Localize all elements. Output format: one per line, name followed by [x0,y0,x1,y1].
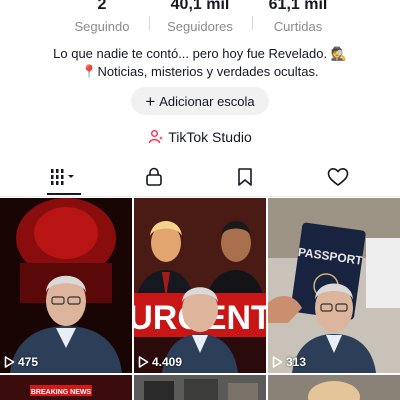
video-thumbnail-image [268,375,400,400]
view-count: 4.409 [138,355,182,369]
following-count: 2 [97,0,107,13]
video-thumbnail[interactable] [268,375,400,400]
add-school-button[interactable]: + Adicionar escola [131,87,269,115]
profile-tabs [0,158,400,197]
active-tab-indicator [47,193,81,195]
tiktok-studio-label: TikTok Studio [168,129,252,145]
tab-liked[interactable] [288,158,388,196]
view-count-value: 475 [18,355,39,369]
tab-favorites[interactable] [195,158,295,196]
likes-label: Curtidas [273,19,323,34]
likes-count: 61,1 mil [268,0,328,13]
profile-stats: 2 Seguindo 40,1 mil Seguidores 61,1 mil … [0,0,400,40]
lock-icon [146,167,162,186]
video-thumbnail-image [0,198,132,373]
view-count: 475 [4,355,38,369]
view-count: 313 [272,355,306,369]
person-sparkle-icon [149,130,164,144]
add-school-label: Adicionar escola [159,93,255,109]
video-thumbnail-image: BREAKING NEWS [0,375,132,400]
plus-icon: + [145,91,156,111]
bio-line-1: Lo que nadie te contó... pero hoy fue Re… [53,46,347,61]
play-icon [4,356,15,368]
bookmark-icon [238,168,252,186]
tab-videos[interactable] [14,158,114,196]
video-thumbnail-image [134,375,266,400]
bio-line-2: 📍Noticias, misterios y verdades ocultas. [81,64,319,79]
heart-icon [327,168,349,186]
video-thumbnail[interactable]: PASSPORT 313 [268,198,400,373]
grid-icon [51,169,74,185]
video-thumbnail[interactable]: BREAKING NEWS [0,375,132,400]
video-thumbnail[interactable]: 475 [0,198,132,373]
video-thumbnail[interactable] [134,375,266,400]
tab-private[interactable] [104,158,204,196]
tiktok-studio-link[interactable]: TikTok Studio [0,126,400,148]
play-icon [138,356,149,368]
followers-label: Seguidores [167,19,233,34]
video-thumbnail-image: URGENT [134,198,266,373]
breaking-news-text: BREAKING NEWS [31,389,92,396]
followers-count: 40,1 mil [170,0,230,13]
video-thumbnail-image: PASSPORT [268,198,400,373]
view-count-value: 4.409 [152,355,183,369]
view-count-value: 313 [286,355,307,369]
following-label: Seguindo [74,19,130,34]
video-thumbnail[interactable]: URGENT 4.409 [134,198,266,373]
play-icon [272,356,283,368]
